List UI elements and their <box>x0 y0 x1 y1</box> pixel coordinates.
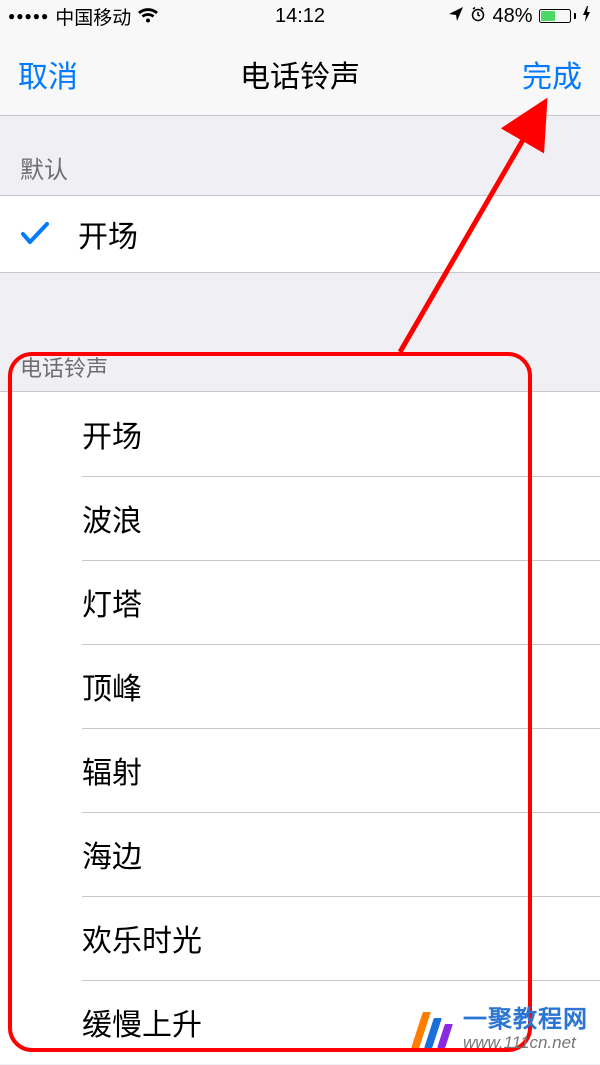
cancel-button[interactable]: 取消 <box>18 52 78 96</box>
section-header-ringtones: 电话铃声 <box>0 333 600 391</box>
watermark-title: 一聚教程网 <box>463 1008 588 1032</box>
section-header-default: 默认 <box>0 116 600 195</box>
section-gap <box>0 273 600 333</box>
ringtone-item[interactable]: 海边 <box>0 812 600 896</box>
status-bar: ●●●●● 中国移动 14:12 48% <box>0 0 600 32</box>
battery-percent: 48% <box>492 5 532 28</box>
battery-icon <box>539 9 577 23</box>
done-button[interactable]: 完成 <box>522 52 582 96</box>
default-ringtone-label: 开场 <box>78 212 138 256</box>
ringtone-item[interactable]: 顶峰 <box>0 644 600 728</box>
watermark: 一聚教程网 www.111cn.net <box>417 1008 588 1051</box>
location-icon <box>448 5 464 28</box>
ringtone-item[interactable]: 波浪 <box>0 476 600 560</box>
signal-strength-icon: ●●●●● <box>8 9 49 23</box>
alarm-icon <box>470 5 486 28</box>
navigation-bar: 取消 电话铃声 完成 <box>0 32 600 116</box>
carrier-label: 中国移动 <box>55 3 131 30</box>
ringtone-item[interactable]: 灯塔 <box>0 560 600 644</box>
ringtone-list: 开场 波浪 灯塔 顶峰 辐射 海边 欢乐时光 缓慢上升 <box>0 391 600 1064</box>
status-time: 14:12 <box>275 5 325 28</box>
watermark-url: www.111cn.net <box>463 1034 588 1051</box>
wifi-icon <box>137 8 159 24</box>
ringtone-item[interactable]: 欢乐时光 <box>0 896 600 980</box>
watermark-logo-icon <box>417 1012 455 1048</box>
default-ringtone-row[interactable]: 开场 <box>0 195 600 273</box>
page-title: 电话铃声 <box>240 52 360 96</box>
ringtone-item[interactable]: 开场 <box>0 392 600 476</box>
charging-icon <box>582 5 592 28</box>
ringtone-item[interactable]: 辐射 <box>0 728 600 812</box>
checkmark-icon <box>20 221 78 247</box>
